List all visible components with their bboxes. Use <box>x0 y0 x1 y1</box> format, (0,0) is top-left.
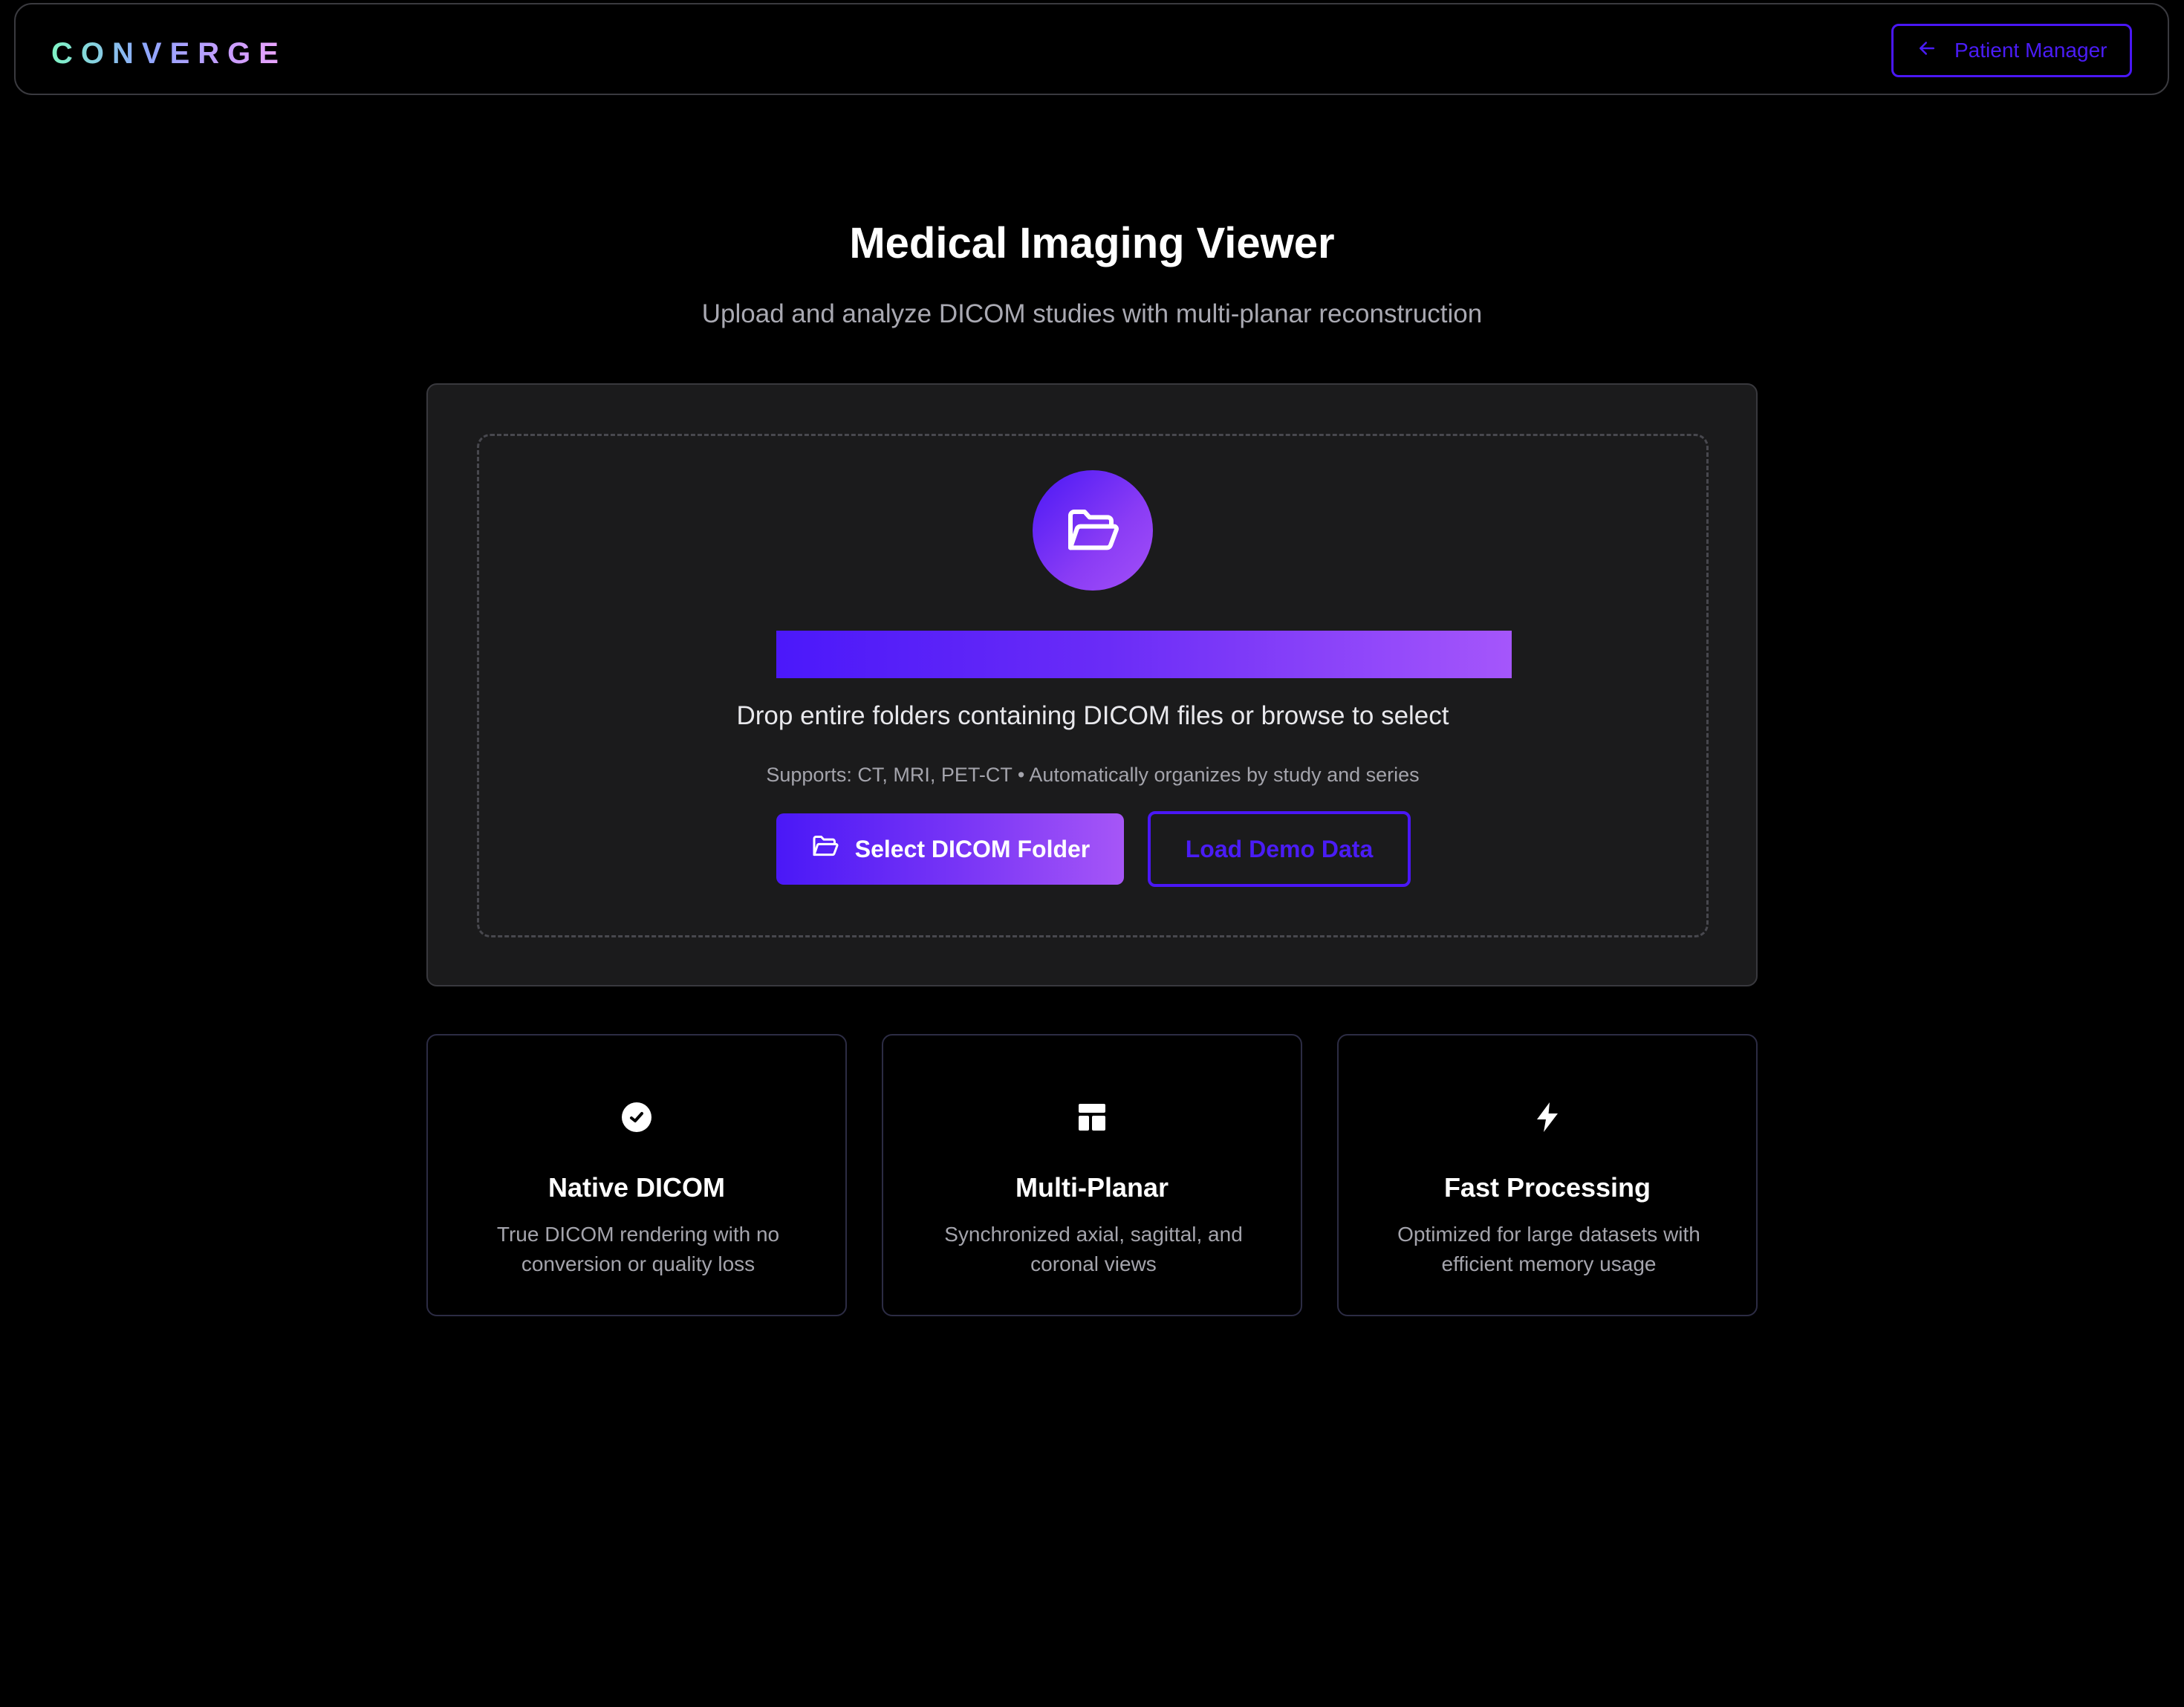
select-dicom-folder-button[interactable]: Select DICOM Folder <box>776 813 1124 885</box>
drop-instructions: Drop entire folders containing DICOM fil… <box>736 701 1449 730</box>
upload-progress-bar <box>776 631 1512 678</box>
page-title: Medical Imaging Viewer <box>849 219 1335 267</box>
patient-manager-label: Patient Manager <box>1954 39 2107 62</box>
arrow-left-icon <box>1916 37 1938 65</box>
top-navigation-bar: CONVERGE Patient Manager <box>14 3 2169 95</box>
upload-card: Drop entire folders containing DICOM fil… <box>426 383 1758 986</box>
dicom-dropzone[interactable]: Drop entire folders containing DICOM fil… <box>477 434 1709 937</box>
page-subtitle: Upload and analyze DICOM studies with mu… <box>701 299 1483 328</box>
feature-title: Native DICOM <box>547 1172 726 1203</box>
badge-check-icon <box>428 1095 845 1139</box>
folder-open-icon <box>810 831 840 867</box>
feature-description: True DICOM rendering with no conversion … <box>496 1223 780 1275</box>
feature-title: Fast Processing <box>1443 1172 1651 1203</box>
patient-manager-button[interactable]: Patient Manager <box>1891 24 2132 77</box>
layout-icon <box>883 1095 1301 1139</box>
converge-logo[interactable]: CONVERGE <box>51 34 287 73</box>
feature-description: Synchronized axial, sagittal, and corona… <box>944 1223 1243 1275</box>
lightning-icon <box>1339 1095 1756 1139</box>
feature-title: Multi-Planar <box>1015 1172 1169 1203</box>
feature-card-native-dicom: Native DICOM True DICOM rendering with n… <box>426 1034 847 1316</box>
upload-progress-fill <box>776 631 1512 678</box>
feature-card-fast-processing: Fast Processing Optimized for large data… <box>1337 1034 1758 1316</box>
folder-open-icon <box>1033 470 1153 591</box>
feature-card-multi-planar: Multi-Planar Synchronized axial, sagitta… <box>882 1034 1302 1316</box>
select-dicom-folder-label: Select DICOM Folder <box>854 835 1091 862</box>
feature-description: Optimized for large datasets with effici… <box>1397 1223 1700 1275</box>
load-demo-data-button[interactable]: Load Demo Data <box>1148 811 1411 887</box>
supported-formats: Supports: CT, MRI, PET-CT • Automaticall… <box>766 764 1420 786</box>
upload-actions: Select DICOM Folder Load Demo Data <box>479 811 1706 887</box>
